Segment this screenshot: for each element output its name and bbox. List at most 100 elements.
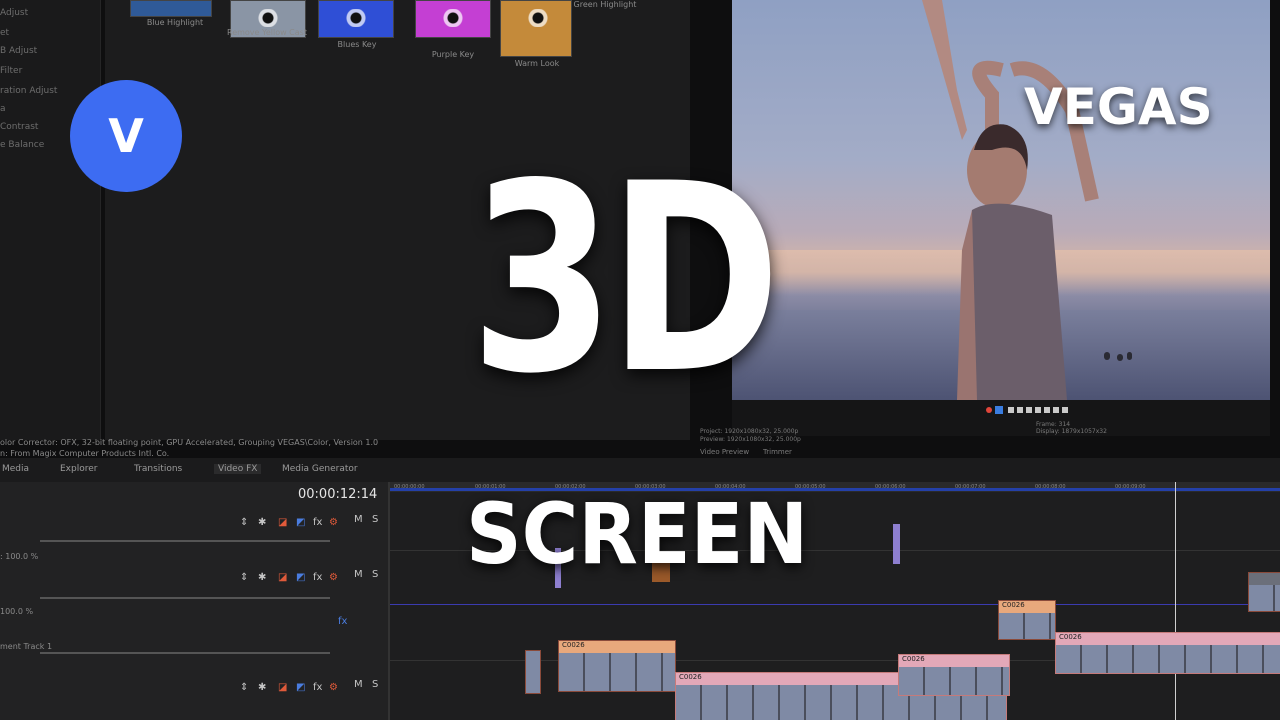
vegas-wordmark: VEGAS [1024, 78, 1213, 136]
track-motion-icon[interactable]: ⇕ [240, 517, 248, 528]
fx-list-item[interactable]: Contrast [0, 122, 38, 132]
settings-icon[interactable]: ⚙ [329, 572, 338, 583]
preset-label: Blues Key [337, 40, 377, 49]
track-level-label: : 100.0 % [0, 552, 39, 561]
prev-frame-button[interactable] [1044, 407, 1050, 413]
tab-media[interactable]: Media [2, 464, 29, 474]
video-clip[interactable] [525, 650, 541, 694]
video-clip[interactable]: C0026 [1055, 632, 1280, 674]
fx-description-line: olor Corrector: OFX, 32-bit floating poi… [0, 438, 379, 447]
bypass-fx-icon[interactable]: ◪ [278, 572, 287, 583]
display-readout: Display: 1879x1057x32 [1036, 428, 1107, 435]
video-clip[interactable]: C0026 [998, 600, 1056, 640]
preset-label: Remove Yellow Cast [227, 28, 307, 37]
preset-label: Purple Key [431, 50, 475, 59]
preset-label: Warm Look [514, 59, 560, 68]
fx-icon[interactable]: fx [313, 682, 322, 693]
level-slider[interactable] [40, 652, 330, 654]
play-button[interactable] [1017, 407, 1023, 413]
fx-list-item[interactable]: e Balance [0, 140, 44, 150]
title-screen: SCREEN [466, 485, 809, 583]
track-motion-icon[interactable]: ⇕ [240, 572, 248, 583]
fx-icon[interactable]: fx [338, 616, 347, 627]
compositing-icon[interactable]: ✱ [258, 572, 266, 583]
fx-icon[interactable]: fx [313, 572, 322, 583]
preset-label: Blue Highlight [146, 18, 204, 27]
ruler-time: 00:00:08:00 [1035, 484, 1066, 490]
fx-publisher-line: n: From Magix Computer Products Intl. Co… [0, 449, 170, 458]
record-button[interactable] [986, 407, 992, 413]
eye-icon [519, 9, 557, 27]
bypass-fx-icon[interactable]: ◪ [278, 682, 287, 693]
compositing-icon[interactable]: ✱ [258, 682, 266, 693]
clip-name: C0026 [899, 655, 1009, 667]
clip-name: C0026 [1056, 633, 1280, 645]
ruler-time: 00:00:09:00 [1115, 484, 1146, 490]
window-dock-tabs: Media Explorer Transitions Video FX Medi… [0, 458, 1280, 482]
fx-list-item[interactable]: Filter [0, 66, 22, 76]
next-frame-button[interactable] [1053, 407, 1059, 413]
pause-button[interactable] [1026, 407, 1032, 413]
fx-list-item[interactable]: ration Adjust [0, 86, 57, 96]
fx-icon[interactable]: fx [313, 517, 322, 528]
solo-button[interactable]: S [372, 514, 378, 525]
level-slider[interactable] [40, 597, 330, 599]
preset-label: Green Highlight [573, 0, 637, 9]
video-clip[interactable]: C0026 [898, 654, 1010, 696]
solo-button[interactable]: S [372, 679, 378, 690]
stop-button[interactable] [1035, 407, 1041, 413]
track-name: ment Track 1 [0, 642, 53, 651]
clip-name: C0026 [999, 601, 1055, 613]
frame-readout: Frame: 314 [1036, 421, 1071, 428]
track-level-label: 100.0 % [0, 607, 34, 616]
clip-name: C0026 [559, 641, 675, 653]
preset-thumb-blue-highlight[interactable] [130, 0, 212, 17]
settings-icon[interactable]: ⚙ [329, 517, 338, 528]
mute-button[interactable]: M [354, 679, 363, 690]
track-header-panel: 00:00:12:14 ⇕ ✱ ◪ ◩ fx ⚙ M S : 100.0 % ⇕… [0, 482, 390, 720]
eye-icon [337, 9, 375, 27]
tab-video-preview[interactable]: Video Preview [700, 448, 749, 456]
track-fx-icon[interactable]: ◩ [296, 682, 305, 693]
settings-icon[interactable]: ⚙ [329, 682, 338, 693]
preset-thumb-warm-look[interactable] [500, 0, 572, 57]
tab-explorer[interactable]: Explorer [60, 464, 97, 474]
ruler-time: 00:00:00:00 [394, 484, 425, 490]
tab-transitions[interactable]: Transitions [134, 464, 182, 474]
video-clip[interactable] [1248, 572, 1280, 612]
bypass-fx-icon[interactable]: ◪ [278, 517, 287, 528]
tab-trimmer[interactable]: Trimmer [763, 448, 792, 456]
tab-media-generator[interactable]: Media Generator [282, 464, 358, 474]
track-fx-icon[interactable]: ◩ [296, 572, 305, 583]
preset-thumb-purple-key[interactable] [415, 0, 491, 38]
tab-video-fx[interactable]: Video FX [214, 464, 262, 474]
solo-button[interactable]: S [372, 569, 378, 580]
mute-button[interactable]: M [354, 569, 363, 580]
preset-thumb-blues-key[interactable] [318, 0, 394, 38]
timecode-display: 00:00:12:14 [298, 487, 378, 502]
level-slider[interactable] [40, 540, 330, 542]
playhead-cursor[interactable] [1175, 482, 1176, 720]
eye-icon [249, 9, 287, 27]
track-motion-icon[interactable]: ⇕ [240, 682, 248, 693]
mute-button[interactable]: M [354, 514, 363, 525]
ruler-time: 00:00:07:00 [955, 484, 986, 490]
video-preview-window [732, 0, 1270, 400]
title-3d: 3D [470, 129, 781, 431]
fx-list-item[interactable]: Adjust [0, 8, 28, 18]
vegas-logo: V [70, 80, 182, 192]
loop-button[interactable] [995, 406, 1003, 414]
fx-list-item[interactable]: et [0, 28, 9, 38]
compositing-icon[interactable]: ✱ [258, 517, 266, 528]
woman-figure [922, 0, 1099, 400]
fx-list-item[interactable]: a [0, 104, 6, 114]
track-fx-icon[interactable]: ◩ [296, 517, 305, 528]
preview-info: Preview: 1920x1080x32, 25.000p [700, 436, 801, 443]
go-end-button[interactable] [1062, 407, 1068, 413]
ruler-time: 00:00:06:00 [875, 484, 906, 490]
play-start-button[interactable] [1008, 407, 1014, 413]
eye-icon [434, 9, 472, 27]
video-clip[interactable]: C0026 [558, 640, 676, 692]
fx-list-item[interactable]: B Adjust [0, 46, 37, 56]
fx-list-panel: Adjust et B Adjust Filter ration Adjust … [0, 0, 101, 440]
